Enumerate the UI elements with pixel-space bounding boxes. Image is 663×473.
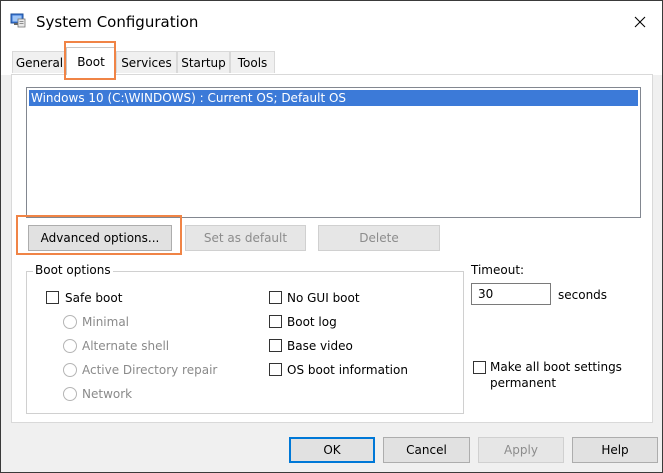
no-gui-boot-checkbox[interactable]	[269, 291, 282, 304]
os-list-item[interactable]: Windows 10 (C:\WINDOWS) : Current OS; De…	[29, 90, 638, 106]
tab-tools[interactable]: Tools	[230, 51, 275, 73]
os-boot-information-checkbox[interactable]	[269, 363, 282, 376]
network-radio[interactable]	[63, 387, 77, 401]
safe-boot-label: Safe boot	[65, 291, 123, 305]
tab-services[interactable]: Services	[116, 51, 177, 73]
advanced-options-highlight	[16, 215, 182, 255]
timeout-input[interactable]	[471, 283, 551, 305]
close-button[interactable]	[627, 9, 653, 35]
os-boot-information-label: OS boot information	[287, 363, 408, 377]
title-bar: System Configuration	[1, 1, 662, 43]
tab-general[interactable]: General	[12, 51, 67, 73]
network-label: Network	[82, 387, 133, 401]
timeout-label: Timeout:	[471, 263, 525, 277]
base-video-checkbox[interactable]	[269, 339, 282, 352]
timeout-unit: seconds	[558, 288, 608, 302]
msconfig-icon	[10, 12, 26, 28]
active-directory-repair-label: Active Directory repair	[82, 363, 218, 377]
help-button[interactable]: Help	[572, 437, 658, 463]
tab-startup[interactable]: Startup	[177, 51, 230, 73]
close-icon	[634, 16, 646, 28]
make-permanent-checkbox[interactable]	[473, 361, 486, 374]
no-gui-boot-label: No GUI boot	[287, 291, 360, 305]
boot-tab-highlight	[64, 41, 116, 80]
boot-log-label: Boot log	[287, 315, 337, 329]
active-directory-repair-radio[interactable]	[63, 363, 77, 377]
make-permanent-label-line2: permanent	[490, 376, 557, 390]
system-configuration-window: System Configuration General Boot Servic…	[0, 0, 663, 473]
minimal-radio[interactable]	[63, 315, 77, 329]
cancel-button[interactable]: Cancel	[383, 437, 470, 463]
make-permanent-label-line1: Make all boot settings	[490, 360, 622, 374]
window-title: System Configuration	[36, 13, 199, 31]
boot-log-checkbox[interactable]	[269, 315, 282, 328]
safe-boot-checkbox[interactable]	[46, 291, 59, 304]
os-list[interactable]: Windows 10 (C:\WINDOWS) : Current OS; De…	[26, 87, 641, 218]
delete-button[interactable]: Delete	[318, 225, 440, 251]
alternate-shell-radio[interactable]	[63, 339, 77, 353]
ok-button[interactable]: OK	[289, 437, 375, 463]
alternate-shell-label: Alternate shell	[82, 339, 170, 353]
minimal-label: Minimal	[82, 315, 130, 329]
set-as-default-button[interactable]: Set as default	[185, 225, 306, 251]
boot-options-label: Boot options	[33, 263, 113, 277]
base-video-label: Base video	[287, 339, 353, 353]
apply-button[interactable]: Apply	[478, 437, 564, 463]
